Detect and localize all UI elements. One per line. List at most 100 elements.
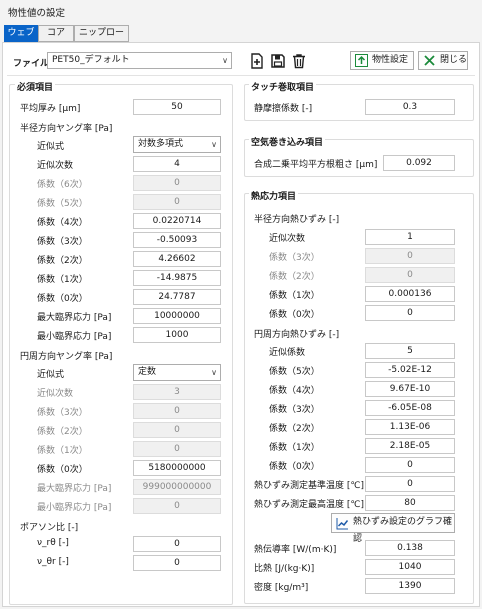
poisson-vrt-field[interactable]: 0 <box>133 536 221 552</box>
tab-nip-roll[interactable]: ニップロール <box>74 25 129 53</box>
roughness-field[interactable]: 0.092 <box>383 155 455 171</box>
radial-c3-label: 係数（3次） <box>37 237 88 247</box>
radial-min-stress-label: 最小臨界応力 [Pa] <box>37 332 112 342</box>
radial-approx-value: 対数多項式 <box>138 139 184 149</box>
thermal-circ-c5-field[interactable]: -5.02E-12 <box>365 362 455 378</box>
file-select[interactable]: PET50_デフォルト ∨ <box>47 52 232 69</box>
circ-c3-field: 0 <box>133 403 221 419</box>
thermal-circ-c3-field[interactable]: -6.05E-08 <box>365 400 455 416</box>
thermal-radial-order-field[interactable]: 1 <box>365 229 455 245</box>
delete-icon[interactable] <box>291 53 307 69</box>
max-temp-label: 熱ひずみ測定最高温度 [℃] <box>254 500 364 510</box>
save-icon[interactable] <box>270 53 286 69</box>
circ-approx-select[interactable]: 定数 ∨ <box>133 364 221 381</box>
conductivity-field[interactable]: 0.138 <box>365 540 455 556</box>
circ-c3-label: 係数（3次） <box>37 408 88 418</box>
radial-c6-field: 0 <box>133 175 221 191</box>
file-label: ファイル <box>13 59 50 69</box>
air-title: 空気巻き込み項目 <box>249 135 326 148</box>
radial-c0-field[interactable]: 24.7787 <box>133 289 221 305</box>
conductivity-label: 熱伝導率 [W/(m·K)] <box>254 545 337 555</box>
close-label: 閉じる <box>440 55 468 65</box>
tab-web[interactable]: ウェブ <box>4 25 38 42</box>
specific-heat-field[interactable]: 1040 <box>365 559 455 575</box>
close-button[interactable]: 閉じる <box>418 51 468 70</box>
thermal-circ-c1-label: 係数（1次） <box>269 443 320 453</box>
thermal-circ-c0-label: 係数（0次） <box>269 462 320 472</box>
line-chart-icon <box>336 518 349 530</box>
thermal-circ-c2-field[interactable]: 1.13E-06 <box>365 419 455 435</box>
radial-c2-field[interactable]: 4.26602 <box>133 251 221 267</box>
radial-max-stress-label: 最大臨界応力 [Pa] <box>37 313 112 323</box>
upload-icon <box>355 54 368 67</box>
radial-max-stress-field[interactable]: 10000000 <box>133 308 221 324</box>
circ-max-stress-label: 最大臨界応力 [Pa] <box>37 484 112 494</box>
radial-min-stress-field[interactable]: 1000 <box>133 327 221 343</box>
circ-c1-label: 係数（1次） <box>37 446 88 456</box>
circ-c1-field: 0 <box>133 441 221 457</box>
radial-c1-label: 係数（1次） <box>37 275 88 285</box>
thermal-radial-c3-field: 0 <box>365 248 455 264</box>
radial-order-field[interactable]: 4 <box>133 156 221 172</box>
thermal-circ-c2-label: 係数（2次） <box>269 424 320 434</box>
thermal-circ-title: 円周方向熱ひずみ [-] <box>254 330 340 340</box>
radial-order-label: 近似次数 <box>37 161 74 171</box>
ref-temp-label: 熱ひずみ測定基準温度 [℃] <box>254 481 364 491</box>
thermal-circ-c4-field[interactable]: 9.67E-10 <box>365 381 455 397</box>
circ-young-title: 円周方向ヤング率 [Pa] <box>20 352 113 362</box>
circ-c2-label: 係数（2次） <box>37 427 88 437</box>
radial-c4-field[interactable]: 0.0220714 <box>133 213 221 229</box>
radial-c0-label: 係数（0次） <box>37 294 88 304</box>
roughness-label: 合成二乗平均平方根粗さ [μm] <box>254 160 378 170</box>
circ-min-stress-label: 最小臨界応力 [Pa] <box>37 503 112 513</box>
required-title: 必須項目 <box>15 80 56 93</box>
circ-order-field: 3 <box>133 384 221 400</box>
thermal-radial-c1-field[interactable]: 0.000136 <box>365 286 455 302</box>
tab-core[interactable]: コア <box>38 25 74 42</box>
circ-c2-field: 0 <box>133 422 221 438</box>
thermal-circ-order-field[interactable]: 5 <box>365 343 455 359</box>
circ-order-label: 近似次数 <box>37 389 74 399</box>
friction-field[interactable]: 0.3 <box>365 99 455 115</box>
radial-approx-select[interactable]: 対数多項式 ∨ <box>133 136 221 153</box>
radial-c1-field[interactable]: -14.9875 <box>133 270 221 286</box>
thermal-circ-c0-field[interactable]: 0 <box>365 457 455 473</box>
circ-c0-field[interactable]: 5180000000 <box>133 460 221 476</box>
friction-label: 静摩擦係数 [-] <box>254 104 313 114</box>
radial-young-title: 半径方向ヤング率 [Pa] <box>20 124 113 134</box>
thermal-circ-c3-label: 係数（3次） <box>269 405 320 415</box>
density-field[interactable]: 1390 <box>365 578 455 594</box>
web-tab-panel: ファイル PET50_デフォルト ∨ 物性設定 閉じる 必須項目 平均厚み [μ… <box>2 42 480 607</box>
poisson-title: ポアソン比 [-] <box>20 523 79 533</box>
thermal-graph-button[interactable]: 熱ひずみ設定のグラフ確認 <box>331 513 455 544</box>
density-label: 密度 [kg/m³] <box>254 583 309 593</box>
thermal-radial-c0-field[interactable]: 0 <box>365 305 455 321</box>
thermal-radial-title: 半径方向熱ひずみ [-] <box>254 215 340 225</box>
circ-c0-label: 係数（0次） <box>37 465 88 475</box>
property-settings-button[interactable]: 物性設定 <box>350 51 414 70</box>
avg-thickness-label: 平均厚み [μm] <box>20 104 81 114</box>
chevron-down-icon: ∨ <box>222 56 228 65</box>
radial-c6-label: 係数（6次） <box>37 180 88 190</box>
circ-min-stress-field: 0 <box>133 498 221 514</box>
thermal-radial-c1-label: 係数（1次） <box>269 291 320 301</box>
thermal-circ-c4-label: 係数（4次） <box>269 386 320 396</box>
ref-temp-field[interactable]: 0 <box>365 476 455 492</box>
avg-thickness-field[interactable]: 50 <box>133 99 221 115</box>
window-title: 物性値の設定 <box>8 8 66 19</box>
radial-c2-label: 係数（2次） <box>37 256 88 266</box>
poisson-vrt-label: ν_rθ [-] <box>37 538 69 548</box>
radial-c5-label: 係数（5次） <box>37 199 88 209</box>
chevron-down-icon: ∨ <box>211 140 217 149</box>
new-file-icon[interactable] <box>249 53 265 69</box>
max-temp-field[interactable]: 80 <box>365 495 455 511</box>
radial-c3-field[interactable]: -0.50093 <box>133 232 221 248</box>
thermal-circ-c1-field[interactable]: 2.18E-05 <box>365 438 455 454</box>
title-bar: 物性値の設定 <box>0 0 482 22</box>
thermal-radial-c3-label: 係数（3次） <box>269 253 320 263</box>
circ-approx-value: 定数 <box>138 367 157 377</box>
poisson-vtr-field[interactable]: 0 <box>133 555 221 571</box>
toolbar-divider <box>7 75 475 76</box>
thermal-title: 熱応力項目 <box>249 189 299 202</box>
circ-max-stress-field: 999000000000 <box>133 479 221 495</box>
